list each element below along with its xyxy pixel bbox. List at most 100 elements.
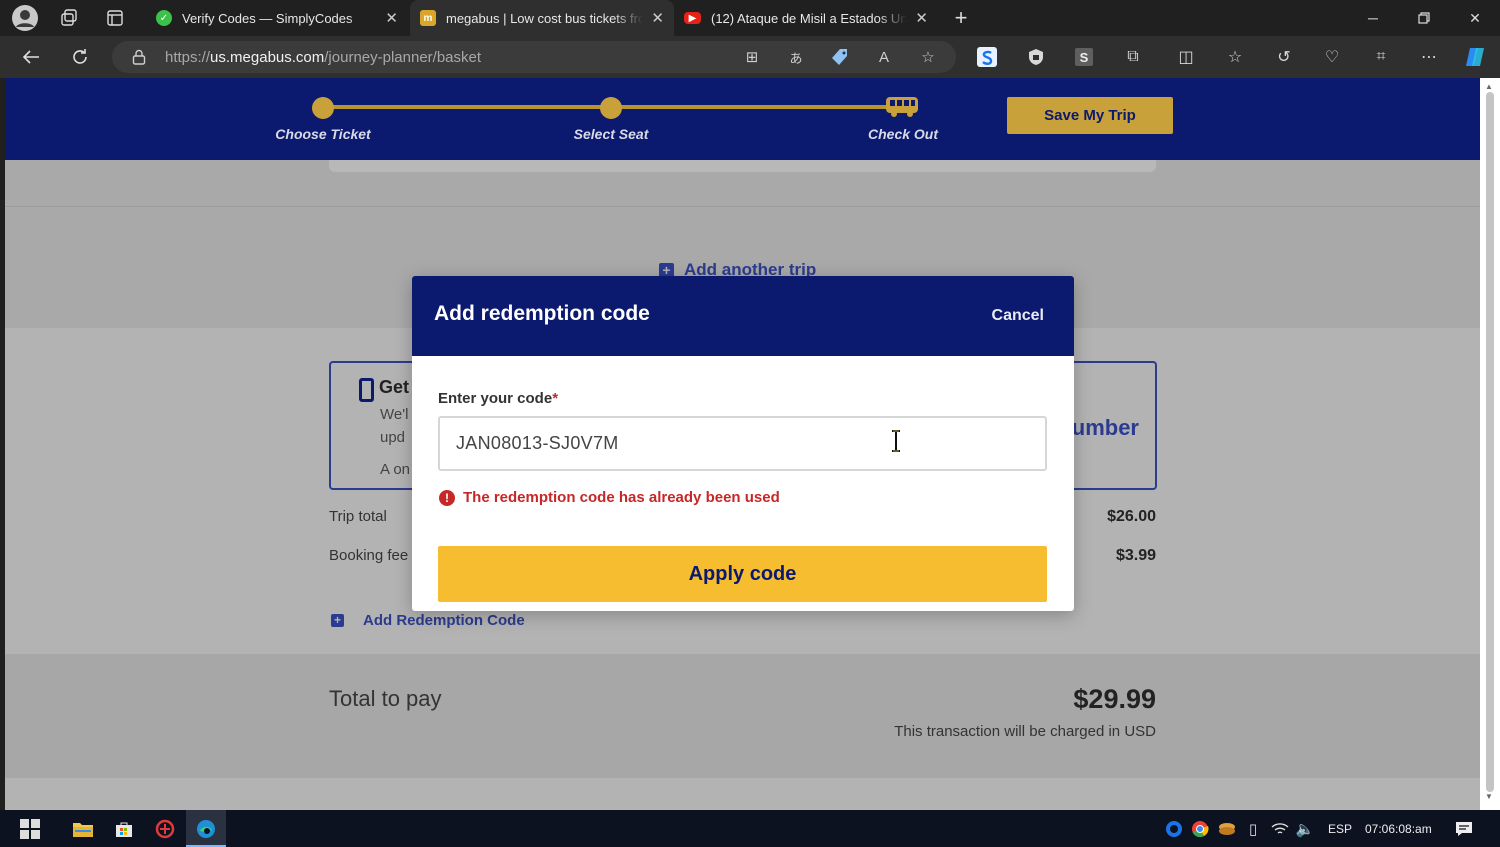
start-windows-icon[interactable] [19,818,41,840]
total-to-pay-value: $29.99 [1073,684,1156,714]
modal-title: Add redemption code [434,302,650,325]
step-label-select-seat[interactable]: Select Seat [574,126,649,142]
store-icon[interactable] [113,818,135,840]
phone-icon [359,378,374,402]
trip-total-value: $26.00 [1107,508,1156,525]
scrollbar-thumb[interactable] [1486,92,1494,792]
step-dot-select-seat [600,97,622,119]
usb-device-icon[interactable]: ▯ [1242,818,1264,840]
clock[interactable]: 07:06:08:am [1365,822,1432,836]
sms-card-text: upd [380,429,406,446]
total-to-pay-label: Total to pay [329,686,442,711]
sms-card-text: A on [380,461,411,478]
address-bar[interactable]: https://us.megabus.com/journey-planner/b… [112,41,956,73]
total-section: Total to pay $29.99 This transaction wil… [5,654,1480,778]
trip-total-label: Trip total [329,508,387,525]
browser-toolbar: https://us.megabus.com/journey-planner/b… [0,36,1500,78]
close-window-icon[interactable]: ✕ [1451,0,1499,36]
close-tab-icon[interactable]: ✕ [915,9,928,27]
workspaces-icon[interactable] [55,5,83,31]
divider [5,206,1480,207]
bus-icon [886,97,918,117]
page-scrollbar[interactable]: ▲ ▼ [1480,78,1500,810]
error-message: ! The redemption code has already been u… [439,489,780,506]
booking-fee-value: $3.99 [1115,547,1156,564]
more-menu-icon[interactable]: ⋯ [1418,46,1440,68]
screenshot-icon[interactable]: ⌗ [1370,46,1392,68]
favorite-star-icon[interactable]: ☆ [918,47,938,67]
wifi-icon[interactable] [1269,818,1291,840]
s-extension-icon[interactable]: S [1073,46,1095,68]
refresh-icon[interactable] [65,43,95,71]
step-label-check-out: Check Out [867,126,939,142]
read-aloud-icon[interactable]: A [874,47,894,67]
cancel-button[interactable]: Cancel [992,307,1044,325]
step-dot-choose-ticket [312,97,334,119]
coupon-tag-icon[interactable] [830,47,850,67]
apply-code-button[interactable]: Apply code [438,546,1047,602]
add-number-link[interactable]: umber [1072,415,1139,441]
currency-note: This transaction will be charged in USD [894,723,1156,740]
simplycodes-extension-icon[interactable] [976,46,998,68]
code-field-label: Enter your code* [438,390,559,407]
translate-icon[interactable]: あ [786,47,806,67]
booking-progress-header: Choose Ticket Select Seat Check Out Save… [5,78,1480,160]
language-indicator[interactable]: ESP [1328,822,1352,836]
tab-youtube[interactable]: ▶ (12) Ataque de Misil a Estados Unidos … [674,0,938,36]
youtube-favicon-icon: ▶ [684,12,701,24]
booking-fee-label: Booking fee [329,547,409,564]
redemption-code-modal: Add redemption code Cancel Enter your co… [412,276,1074,611]
app-red-icon[interactable] [154,818,176,840]
back-icon[interactable] [16,43,46,71]
tab-simplycodes[interactable]: ✓ Verify Codes — SimplyCodes ✕ [146,0,408,36]
url-text: https://us.megabus.com/journey-planner/b… [165,49,482,66]
tab-title: megabus | Low cost bus tickets from [446,10,644,26]
close-tab-icon[interactable]: ✕ [385,9,398,27]
add-redemption-label: Add Redemption Code [363,612,525,629]
add-redemption-code-link[interactable]: + Add Redemption Code [331,612,525,629]
lock-icon[interactable] [129,47,149,67]
split-screen-icon[interactable]: ◫ [1175,46,1197,68]
profile-avatar-icon[interactable] [11,5,39,31]
tray-storage-icon[interactable] [1216,818,1238,840]
copilot-icon[interactable] [1464,46,1486,68]
plus-icon: + [331,614,344,627]
tray-app-icon[interactable] [1163,818,1185,840]
save-my-trip-button[interactable]: Save My Trip [1007,97,1173,134]
tab-actions-icon[interactable] [101,5,129,31]
modal-header: Add redemption code Cancel [412,276,1074,356]
app-available-icon[interactable]: ⊞ [742,47,762,67]
windows-taskbar: ▯ 🔈 ESP 07:06:08:am [0,810,1500,847]
performance-icon[interactable]: ♡ [1321,46,1343,68]
progress-line [323,105,611,109]
tab-title: (12) Ataque de Misil a Estados Unidos [711,10,908,26]
error-text: The redemption code has already been use… [463,489,780,506]
progress-line [611,105,895,109]
simplycodes-favicon-icon: ✓ [156,10,172,26]
new-tab-icon[interactable]: + [947,5,975,31]
step-label-choose-ticket[interactable]: Choose Ticket [275,126,370,142]
volume-icon[interactable]: 🔈 [1294,818,1316,840]
sms-card-text: We'l [380,406,409,423]
minimize-icon[interactable]: ─ [1349,0,1397,36]
edge-browser-icon[interactable] [195,818,217,840]
redemption-code-input[interactable] [438,416,1047,471]
file-explorer-icon[interactable] [72,818,94,840]
megabus-favicon-icon: m [420,10,436,26]
shield-extension-icon[interactable] [1025,46,1047,68]
extensions-puzzle-icon[interactable]: ⧉ [1122,46,1144,68]
favorites-icon[interactable]: ☆ [1224,46,1246,68]
notifications-icon[interactable] [1453,818,1475,840]
tab-megabus[interactable]: m megabus | Low cost bus tickets from ✕ [410,0,674,36]
scroll-down-icon[interactable]: ▼ [1485,792,1493,801]
restore-icon[interactable] [1400,0,1448,36]
sms-card-title: Get [379,377,410,397]
error-alert-icon: ! [439,489,455,506]
text-cursor-icon [892,430,900,452]
tab-title: Verify Codes — SimplyCodes [182,10,353,26]
scroll-up-icon[interactable]: ▲ [1485,82,1493,91]
close-tab-icon[interactable]: ✕ [651,9,664,27]
required-marker: * [552,390,559,407]
chrome-icon[interactable] [1189,818,1211,840]
history-icon[interactable]: ↺ [1273,46,1295,68]
